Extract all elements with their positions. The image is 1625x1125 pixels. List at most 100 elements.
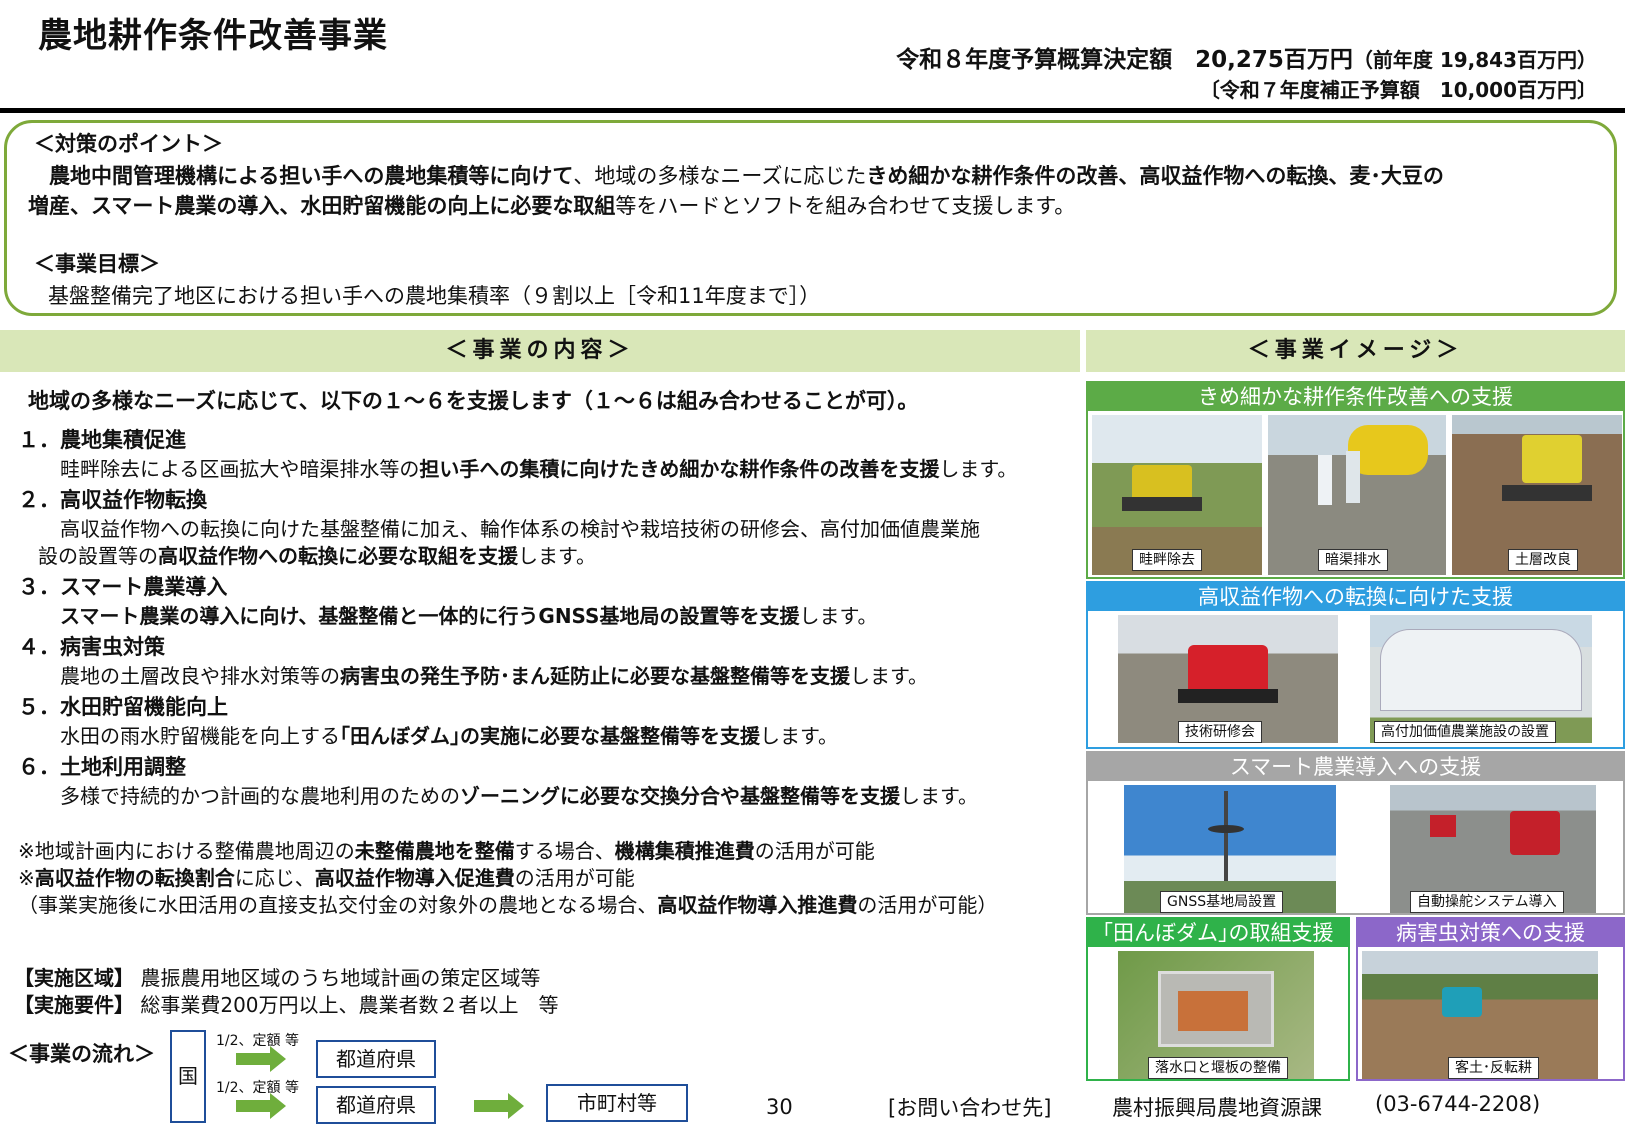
note-2-c: の活用が可能 xyxy=(514,866,635,890)
item-4-text-b: します。 xyxy=(850,664,928,688)
panel-1-title: きめ細かな耕作条件改善への支援 xyxy=(1088,383,1623,411)
photo-soil-dressing: 客土･反転耕 xyxy=(1362,951,1598,1079)
note-1-b: する場合、 xyxy=(514,839,615,863)
image-panel-smart-farming: スマート農業導入への支援 GNSS基地局設置 自動操舵システム導入 xyxy=(1086,751,1625,915)
note-3-b: の活用が可能） xyxy=(857,893,998,917)
image-panel-paddy-dam: ｢田んぼダム｣の取組支援 落水口と堰板の整備 xyxy=(1086,917,1350,1081)
requirement-text: 総事業費200万円以上、農業者数２者以上 等 xyxy=(140,993,559,1017)
image-panel-field-improvement: きめ細かな耕作条件改善への支援 畦畔除去 暗渠排水 土層改良 xyxy=(1086,381,1625,579)
page-title: 農地耕作条件改善事業 xyxy=(38,16,388,56)
budget-amount: 令和８年度予算概算決定額 20,275百万円 xyxy=(896,47,1353,73)
flow-arrow-icon xyxy=(474,1093,524,1119)
caption-drain-outlet: 落水口と堰板の整備 xyxy=(1148,1057,1288,1079)
panel-5-title: 病害虫対策への支援 xyxy=(1358,919,1623,947)
photo-gnss-station: GNSS基地局設置 xyxy=(1124,785,1336,913)
budget-main: 令和８年度予算概算決定額 20,275百万円（前年度 19,843百万円） xyxy=(896,40,1597,74)
flow-municipality-box: 市町村等 xyxy=(546,1084,688,1122)
flow-country-box: 国 xyxy=(170,1030,206,1123)
content-header: ＜事業の内容＞ xyxy=(0,330,1080,372)
note-2: ※高収益作物の転換割合に応じ、高収益作物導入促進費の活用が可能 xyxy=(18,862,635,891)
photo-greenhouse: 高付加価値農業施設の設置 xyxy=(1370,615,1592,743)
item-2-heading: ２．高収益作物転換 xyxy=(18,488,207,512)
contact-phone: (03-6744-2208) xyxy=(1375,1092,1541,1116)
budget-prev-year: （前年度 19,843百万円） xyxy=(1352,48,1597,72)
item-4-heading: ４．病害虫対策 xyxy=(18,635,165,659)
image-panel-high-value-crops: 高収益作物への転換に向けた支援 技術研修会 高付加価値農業施設の設置 xyxy=(1086,581,1625,749)
item-5-text-a: 水田の雨水貯留機能を向上する xyxy=(60,724,340,748)
note-2-bold-a: 高収益作物の転換割合 xyxy=(34,866,235,890)
panel-4-title: ｢田んぼダム｣の取組支援 xyxy=(1088,919,1348,947)
item-4-text: 農地の土層改良や排水対策等の病害虫の発生予防･まん延防止に必要な基盤整備等を支援… xyxy=(60,660,928,689)
goal-heading: ＜事業目標＞ xyxy=(34,252,160,276)
goal-text: 基盤整備完了地区における担い手への農地集積率（９割以上［令和11年度まで］） xyxy=(48,284,821,308)
item-3-text-a: します。 xyxy=(799,604,878,628)
note-1-a: ※地域計画内における整備農地周辺の xyxy=(18,839,355,863)
item-3-text-bold: スマート農業の導入に向け、基盤整備と一体的に行うGNSS基地局の設置等を支援 xyxy=(60,604,800,628)
note-1-bold-a: 未整備農地を整備 xyxy=(354,839,515,863)
image-panel-pest-control: 病害虫対策への支援 客土･反転耕 xyxy=(1356,917,1625,1081)
note-1: ※地域計画内における整備農地周辺の未整備農地を整備する場合、機構集積推進費の活用… xyxy=(18,835,875,864)
points-bold-2: きめ細かな耕作条件の改善、高収益作物への転換、麦･大豆の xyxy=(866,164,1444,188)
item-1-text: 畦畔除去による区画拡大や暗渠排水等の担い手への集積に向けたきめ細かな耕作条件の改… xyxy=(60,453,1017,482)
item-2-text-c: します。 xyxy=(518,544,596,568)
item-5-text-b: します。 xyxy=(760,724,838,748)
caption-gnss-station: GNSS基地局設置 xyxy=(1160,891,1284,913)
item-3-text: スマート農業の導入に向け、基盤整備と一体的に行うGNSS基地局の設置等を支援しま… xyxy=(60,600,877,629)
points-line-1: 農地中間管理機構による担い手への農地集積等に向けて、地域の多様なニーズに応じたき… xyxy=(28,160,1444,190)
points-text-1: 、地域の多様なニーズに応じた xyxy=(573,164,867,188)
points-heading: ＜対策のポイント＞ xyxy=(34,132,223,156)
item-6-text-a: 多様で持続的かつ計画的な農地利用のための xyxy=(60,784,460,808)
item-6-heading: ６．土地利用調整 xyxy=(18,755,186,779)
item-6-text: 多様で持続的かつ計画的な農地利用のためのゾーニングに必要な交換分合や基盤整備等を… xyxy=(60,780,978,809)
caption-auto-steering: 自動操舵システム導入 xyxy=(1410,891,1564,913)
caption-underdrain: 暗渠排水 xyxy=(1318,549,1388,571)
area-row: 【実施区域】 農振農用地区域のうち地域計画の策定区域等 xyxy=(14,962,540,991)
item-2-text-a: 高収益作物への転換に向けた基盤整備に加え、輪作体系の検討や栽培技術の研修会、高付… xyxy=(60,517,980,541)
note-1-c: の活用が可能 xyxy=(754,839,875,863)
image-header: ＜事業イメージ＞ xyxy=(1086,330,1625,372)
note-3-bold: 高収益作物導入推進費 xyxy=(657,893,858,917)
item-3-heading: ３．スマート農業導入 xyxy=(18,575,228,599)
area-text: 農振農用地区域のうち地域計画の策定区域等 xyxy=(140,966,541,990)
budget-supplementary: 〔令和７年度補正予算額 10,000百万円〕 xyxy=(1199,78,1597,102)
contact-department: 農村振興局農地資源課 xyxy=(1112,1096,1322,1120)
note-2-b: に応じ、 xyxy=(234,866,315,890)
panel-3-title: スマート農業導入への支援 xyxy=(1088,753,1623,781)
caption-greenhouse: 高付加価値農業施設の設置 xyxy=(1374,721,1556,743)
photo-soil-improvement: 土層改良 xyxy=(1452,415,1622,575)
item-5-heading: ５．水田貯留機能向上 xyxy=(18,695,228,719)
item-5-text-bold: ｢田んぼダム｣の実施に必要な基盤整備等を支援 xyxy=(340,724,760,748)
flow-prefecture-box-1: 都道府県 xyxy=(316,1040,436,1078)
item-2-text-b: 設の設置等の xyxy=(38,544,158,568)
points-line-2: 増産、スマート農業の導入、水田貯留機能の向上に必要な取組等をハードとソフトを組み… xyxy=(28,190,1075,220)
photo-drain-outlet: 落水口と堰板の整備 xyxy=(1118,951,1314,1079)
points-text-2: 等をハードとソフトを組み合わせて支援します。 xyxy=(615,194,1076,218)
item-6-text-bold: ゾーニングに必要な交換分合や基盤整備等を支援 xyxy=(460,784,900,808)
item-1-text-a: 畦畔除去による区画拡大や暗渠排水等の xyxy=(60,457,420,481)
flow-arrow-icon xyxy=(236,1093,286,1119)
panel-2-title: 高収益作物への転換に向けた支援 xyxy=(1088,583,1623,611)
content-intro: 地域の多様なニーズに応じて、以下の１～６を支援します（１～６は組み合わせることが… xyxy=(28,389,919,413)
points-bold-1: 農地中間管理機構による担い手への農地集積等に向けて xyxy=(28,164,574,188)
title-divider xyxy=(0,108,1625,113)
requirement-label: 【実施要件】 xyxy=(14,993,134,1017)
item-1-text-bold: 担い手への集積に向けたきめ細かな耕作条件の改善を支援 xyxy=(419,457,940,481)
flow-label: ＜事業の流れ＞ xyxy=(8,1042,155,1066)
page-number: 30 xyxy=(766,1095,793,1119)
photo-levee-removal: 畦畔除去 xyxy=(1092,415,1262,575)
item-6-text-b: します。 xyxy=(900,784,978,808)
note-2-a: ※ xyxy=(18,866,35,890)
item-1-heading: １．農地集積促進 xyxy=(18,428,186,452)
item-2-text-line2: 設の設置等の高収益作物への転換に必要な取組を支援します。 xyxy=(38,540,596,569)
caption-levee-removal: 畦畔除去 xyxy=(1132,549,1202,571)
photo-auto-steering: 自動操舵システム導入 xyxy=(1390,785,1596,913)
item-5-text: 水田の雨水貯留機能を向上する｢田んぼダム｣の実施に必要な基盤整備等を支援します。 xyxy=(60,720,838,749)
note-2-bold-b: 高収益作物導入促進費 xyxy=(314,866,515,890)
area-label: 【実施区域】 xyxy=(14,966,134,990)
item-2-text-bold: 高収益作物への転換に必要な取組を支援 xyxy=(158,544,518,568)
photo-training-session: 技術研修会 xyxy=(1118,615,1338,743)
caption-soil-dressing: 客土･反転耕 xyxy=(1448,1057,1539,1079)
contact-label: [お問い合わせ先] xyxy=(888,1096,1052,1120)
flow-prefecture-box-2: 都道府県 xyxy=(316,1086,436,1124)
caption-soil-improvement: 土層改良 xyxy=(1508,549,1578,571)
